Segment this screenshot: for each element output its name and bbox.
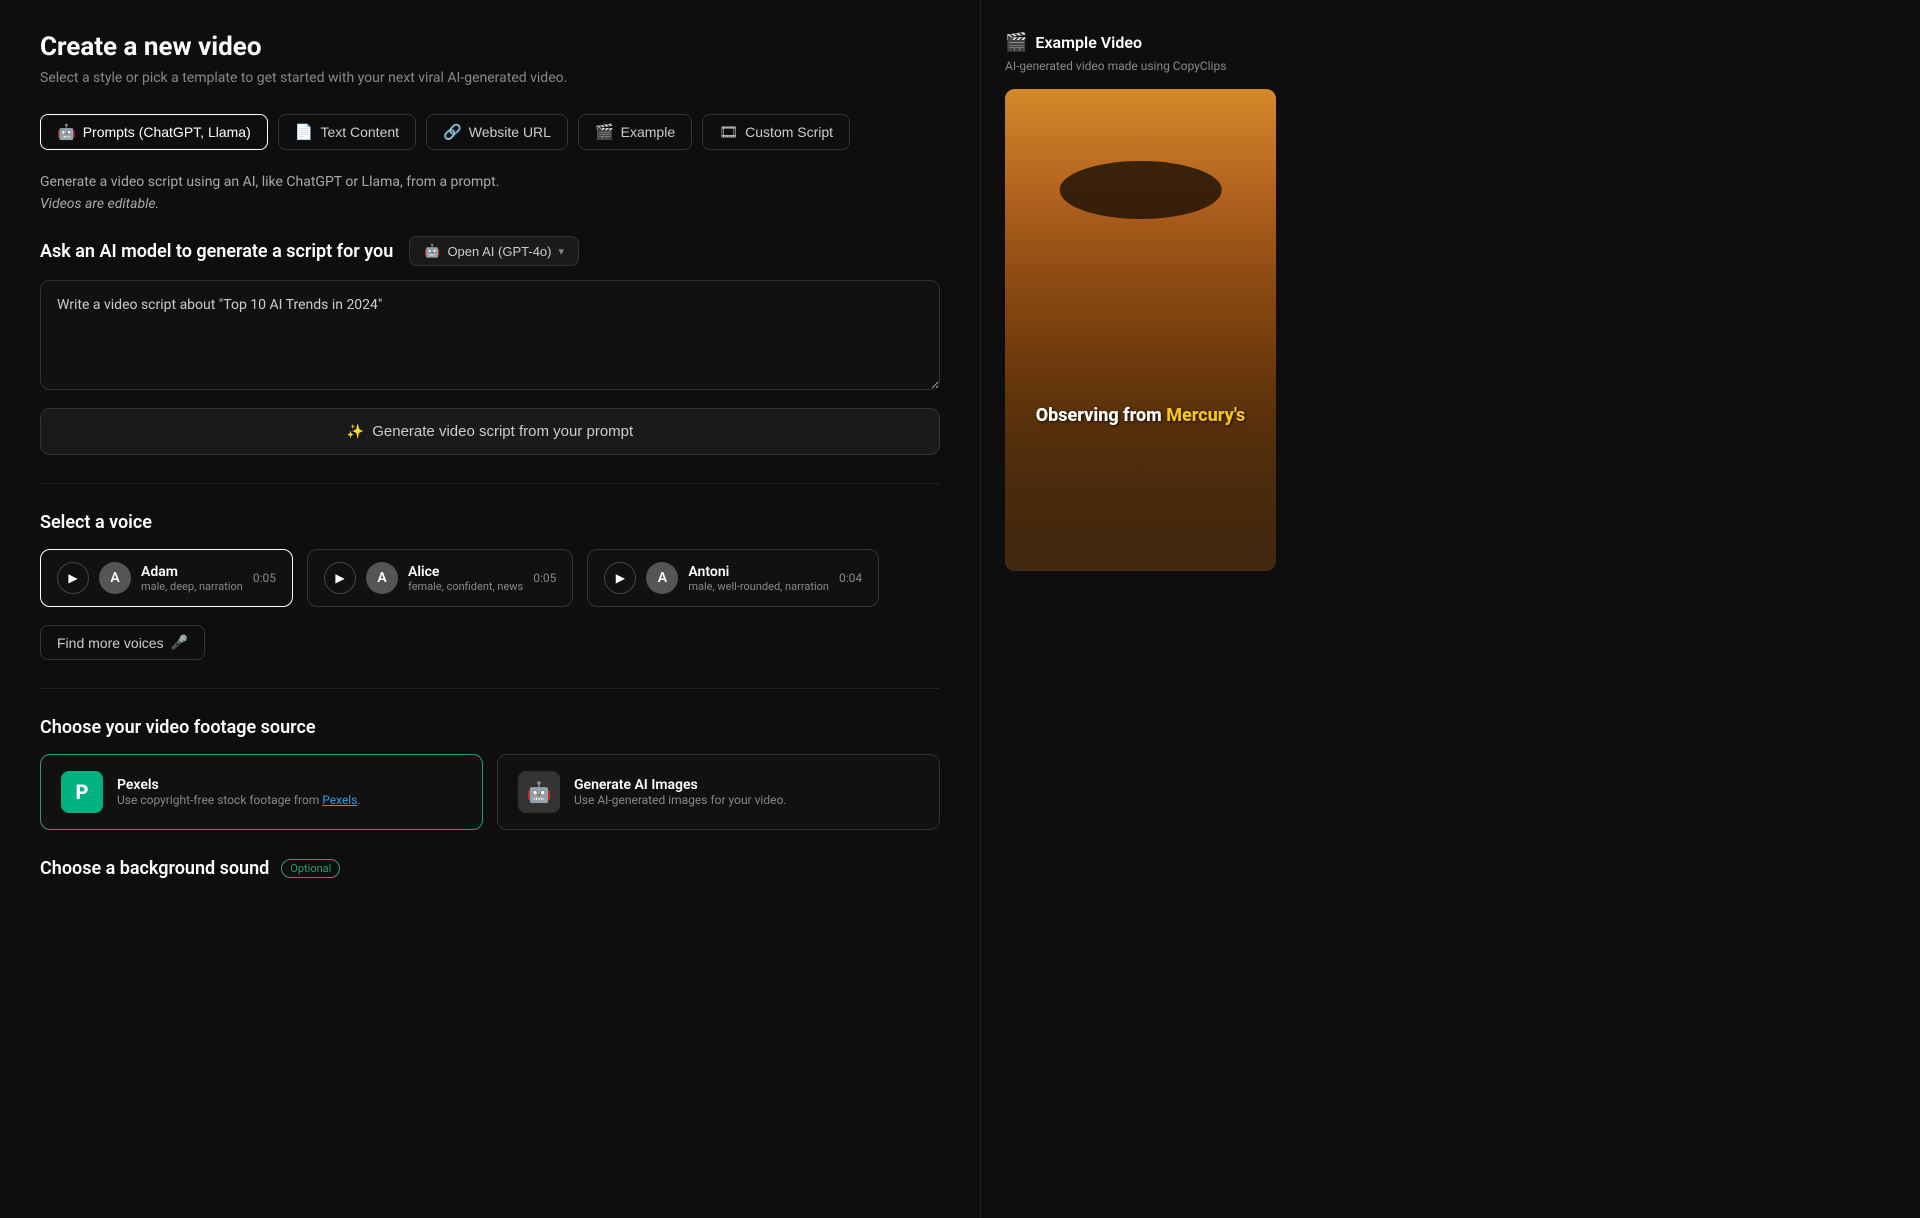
- page-subtitle: Select a style or pick a template to get…: [40, 70, 940, 86]
- ai-model-row: Ask an AI model to generate a script for…: [40, 236, 940, 266]
- tab-bar: 🤖 Prompts (ChatGPT, Llama) 📄 Text Conten…: [40, 114, 940, 150]
- example-icon: 🎬: [595, 123, 614, 141]
- sidebar-subtitle: AI-generated video made using CopyClips: [1005, 59, 1276, 73]
- voices-section-title: Select a voice: [40, 512, 940, 533]
- tab-prompts[interactable]: 🤖 Prompts (ChatGPT, Llama): [40, 114, 268, 150]
- openai-icon: 🤖: [424, 243, 440, 259]
- ai-images-icon: 🤖: [518, 771, 560, 813]
- divider: [40, 483, 940, 484]
- ai-model-dropdown[interactable]: 🤖 Open AI (GPT-4o) ▾: [409, 236, 579, 266]
- avatar-adam: A: [99, 562, 131, 594]
- text-content-icon: 📄: [295, 123, 314, 141]
- background-sound-title: Choose a background sound: [40, 858, 269, 879]
- voice-info-alice: Alice female, confident, news: [408, 564, 523, 593]
- sidebar-header: 🎬 Example Video: [1005, 32, 1276, 53]
- tab-example[interactable]: 🎬 Example: [578, 114, 692, 150]
- prompt-textarea[interactable]: Write a video script about "Top 10 AI Tr…: [40, 280, 940, 390]
- avatar-alice: A: [366, 562, 398, 594]
- description-line1: Generate a video script using an AI, lik…: [40, 174, 940, 190]
- voice-card-alice[interactable]: ▶ A Alice female, confident, news 0:05: [307, 549, 573, 607]
- island-shape: [1059, 161, 1222, 219]
- sidebar-video-icon: 🎬: [1005, 32, 1027, 53]
- water-ripple: [1005, 330, 1276, 571]
- divider-2: [40, 688, 940, 689]
- ai-images-text: Generate AI Images Use AI-generated imag…: [574, 777, 786, 807]
- microphone-icon: 🎤: [171, 634, 188, 651]
- optional-badge: Optional: [281, 859, 340, 878]
- custom-script-icon: 🎞: [719, 123, 738, 141]
- pexels-icon: P: [61, 771, 103, 813]
- description-line2: Videos are editable.: [40, 196, 940, 212]
- chevron-down-icon: ▾: [558, 245, 564, 258]
- footage-cards: P Pexels Use copyright-free stock footag…: [40, 754, 940, 830]
- play-button-alice[interactable]: ▶: [324, 562, 356, 594]
- footage-section-title: Choose your video footage source: [40, 717, 940, 738]
- tab-custom-script[interactable]: 🎞 Custom Script: [702, 114, 850, 150]
- link-icon: 🔗: [443, 123, 462, 141]
- sidebar: 🎬 Example Video AI-generated video made …: [980, 0, 1300, 1218]
- main-content: Create a new video Select a style or pic…: [0, 0, 980, 1218]
- page-title: Create a new video: [40, 32, 940, 62]
- voice-card-antoni[interactable]: ▶ A Antoni male, well-rounded, narration…: [587, 549, 879, 607]
- video-thumbnail: Observing from Mercury's: [1005, 89, 1276, 571]
- pexels-text: Pexels Use copyright-free stock footage …: [117, 777, 361, 807]
- voice-info-adam: Adam male, deep, narration: [141, 564, 243, 593]
- voice-info-antoni: Antoni male, well-rounded, narration: [688, 564, 829, 593]
- ai-model-label: Ask an AI model to generate a script for…: [40, 241, 393, 262]
- find-more-voices-button[interactable]: Find more voices 🎤: [40, 625, 205, 660]
- generate-button[interactable]: ✨ Generate video script from your prompt: [40, 408, 940, 455]
- avatar-antoni: A: [646, 562, 678, 594]
- sparkle-icon: ✨: [347, 423, 364, 440]
- pexels-link[interactable]: Pexels: [322, 793, 357, 807]
- video-caption: Observing from Mercury's: [1036, 405, 1246, 426]
- voice-card-adam[interactable]: ▶ A Adam male, deep, narration 0:05: [40, 549, 293, 607]
- play-button-adam[interactable]: ▶: [57, 562, 89, 594]
- prompts-icon: 🤖: [57, 123, 76, 141]
- footage-card-pexels[interactable]: P Pexels Use copyright-free stock footag…: [40, 754, 483, 830]
- video-preview: Observing from Mercury's: [1005, 89, 1276, 571]
- voice-cards: ▶ A Adam male, deep, narration 0:05 ▶ A …: [40, 549, 940, 607]
- tab-website-url[interactable]: 🔗 Website URL: [426, 114, 568, 150]
- footage-card-ai-images[interactable]: 🤖 Generate AI Images Use AI-generated im…: [497, 754, 940, 830]
- pexels-desc: Use copyright-free stock footage from Pe…: [117, 793, 361, 807]
- play-button-antoni[interactable]: ▶: [604, 562, 636, 594]
- background-sound-row: Choose a background sound Optional: [40, 858, 940, 879]
- tab-text-content[interactable]: 📄 Text Content: [278, 114, 416, 150]
